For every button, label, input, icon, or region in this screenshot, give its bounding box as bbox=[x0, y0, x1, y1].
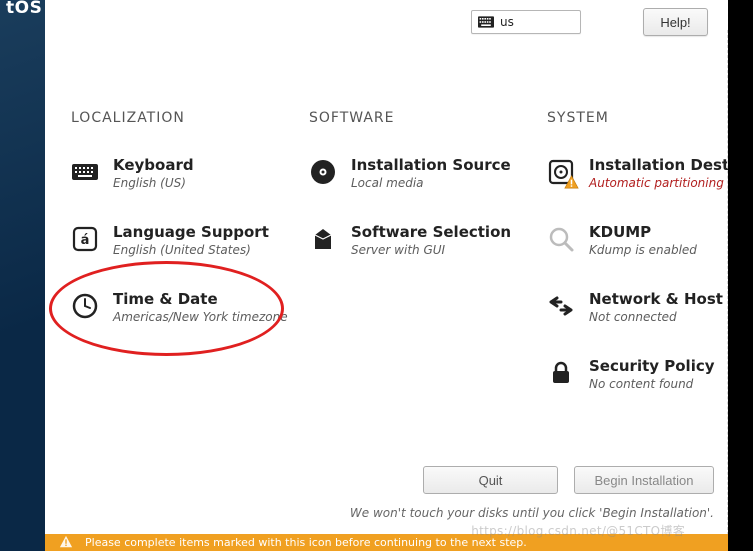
spoke-language-support[interactable]: á Language Support English (United State… bbox=[71, 223, 291, 257]
hard-drive-icon bbox=[547, 158, 575, 186]
security-title: Security Policy bbox=[589, 357, 715, 375]
language-icon: á bbox=[71, 225, 99, 253]
source-title: Installation Source bbox=[351, 156, 511, 174]
begin-installation-button[interactable]: Begin Installation bbox=[574, 466, 714, 494]
column-software: SOFTWARE Installation Source Local media… bbox=[309, 110, 529, 290]
spoke-installation-source[interactable]: Installation Source Local media bbox=[309, 156, 529, 190]
selection-sub: Server with GUI bbox=[351, 243, 511, 257]
keyboard-icon bbox=[478, 16, 494, 28]
warning-triangle-icon bbox=[59, 535, 73, 549]
spoke-security-policy[interactable]: Security Policy No content found bbox=[547, 357, 747, 391]
spoke-kdump[interactable]: KDUMP Kdump is enabled bbox=[547, 223, 747, 257]
right-dotted-divider bbox=[727, 30, 728, 545]
keyboard-icon bbox=[71, 158, 99, 186]
warning-bar-text: Please complete items marked with this i… bbox=[45, 534, 728, 551]
warning-bar: Please complete items marked with this i… bbox=[45, 534, 728, 551]
footer-hint: We won't touch your disks until you clic… bbox=[350, 506, 714, 520]
keyboard-title: Keyboard bbox=[113, 156, 194, 174]
main-panel: us Help! LOCALIZATION Keyboard English (… bbox=[45, 0, 728, 551]
security-sub: No content found bbox=[589, 377, 715, 391]
spoke-software-selection[interactable]: Software Selection Server with GUI bbox=[309, 223, 529, 257]
spoke-installation-destination[interactable]: Installation Destination Automatic parti… bbox=[547, 156, 747, 190]
sidebar-decor bbox=[0, 0, 45, 551]
column-localization: LOCALIZATION Keyboard English (US) á Lan… bbox=[71, 110, 291, 357]
package-icon bbox=[309, 225, 337, 253]
language-title: Language Support bbox=[113, 223, 269, 241]
help-button[interactable]: Help! bbox=[643, 8, 708, 36]
spoke-time-date[interactable]: Time & Date Americas/New York timezone bbox=[71, 290, 291, 324]
timedate-title: Time & Date bbox=[113, 290, 288, 308]
selection-title: Software Selection bbox=[351, 223, 511, 241]
clock-icon bbox=[71, 292, 99, 320]
keyboard-layout-indicator[interactable]: us bbox=[471, 10, 581, 34]
lock-icon bbox=[547, 359, 575, 387]
spoke-keyboard[interactable]: Keyboard English (US) bbox=[71, 156, 291, 190]
localization-heading: LOCALIZATION bbox=[71, 110, 291, 126]
column-system: SYSTEM Installation Destination Automati… bbox=[547, 110, 747, 424]
network-icon bbox=[547, 292, 575, 320]
source-sub: Local media bbox=[351, 176, 511, 190]
top-bar: us Help! bbox=[45, 8, 728, 40]
kdump-sub: Kdump is enabled bbox=[589, 243, 697, 257]
disc-icon bbox=[309, 158, 337, 186]
keyboard-layout-label: us bbox=[500, 15, 514, 29]
timedate-sub: Americas/New York timezone bbox=[113, 310, 288, 324]
keyboard-sub: English (US) bbox=[113, 176, 194, 190]
quit-button[interactable]: Quit bbox=[423, 466, 558, 494]
kdump-title: KDUMP bbox=[589, 223, 697, 241]
os-logo: tOS bbox=[6, 0, 42, 18]
language-sub: English (United States) bbox=[113, 243, 269, 257]
spoke-network[interactable]: Network & Host Name Not connected bbox=[547, 290, 747, 324]
system-heading: SYSTEM bbox=[547, 110, 747, 126]
warning-badge-icon bbox=[564, 175, 579, 190]
right-black-strip bbox=[728, 0, 753, 551]
magnify-icon bbox=[547, 225, 575, 253]
svg-text:á: á bbox=[81, 233, 90, 248]
software-heading: SOFTWARE bbox=[309, 110, 529, 126]
